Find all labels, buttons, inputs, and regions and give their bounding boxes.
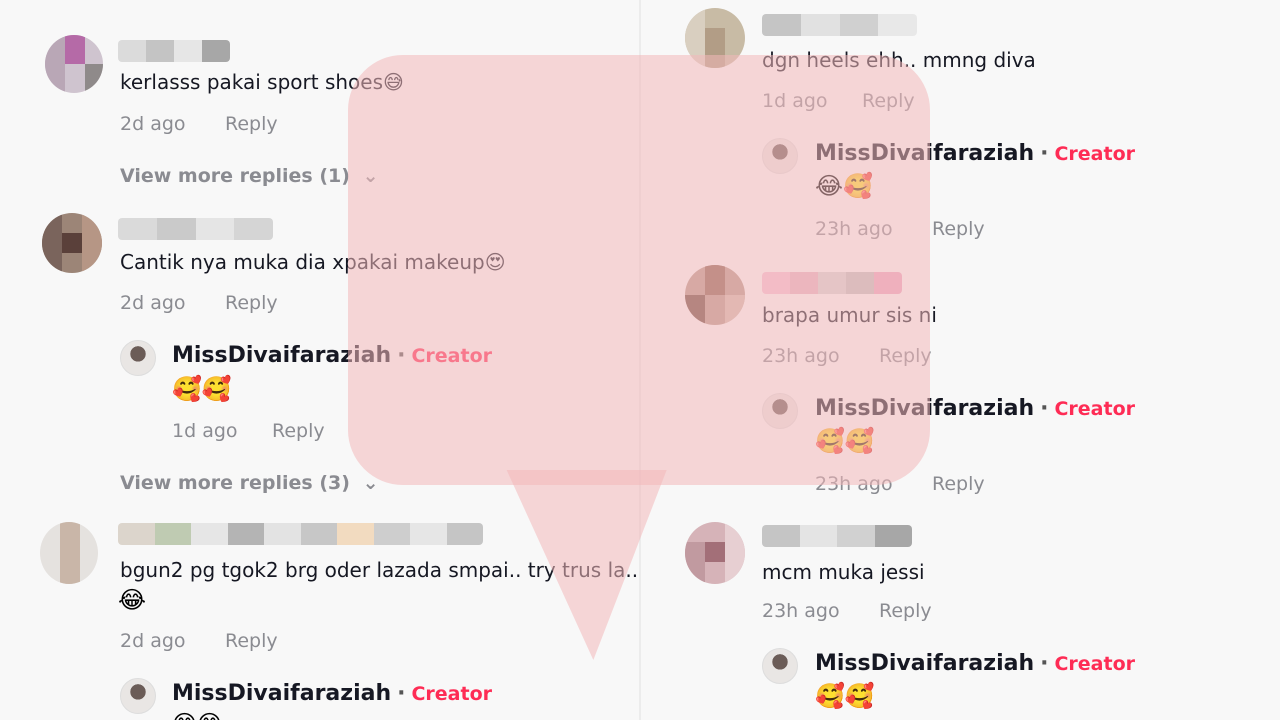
- creator-reply-text: 😂🥰: [815, 172, 873, 200]
- creator-avatar[interactable]: [120, 678, 156, 714]
- reply-button[interactable]: Reply: [879, 600, 932, 622]
- reply-button[interactable]: Reply: [225, 113, 278, 135]
- creator-name[interactable]: MissDivaifaraziah: [172, 681, 391, 706]
- creator-avatar[interactable]: [762, 648, 798, 684]
- column-divider: [639, 0, 641, 720]
- creator-reply-header: MissDivaifaraziah · Creator: [172, 343, 492, 368]
- user-avatar[interactable]: [685, 265, 745, 325]
- comment-time: 2d ago: [120, 113, 186, 135]
- comment-text: mcm muka jessi: [762, 560, 925, 584]
- blurred-username[interactable]: [762, 14, 917, 36]
- view-more-replies-button[interactable]: View more replies (3) ⌄: [120, 472, 379, 494]
- chevron-down-icon: ⌄: [362, 472, 379, 494]
- creator-reply-text: 🥰🥰: [815, 682, 875, 710]
- reply-button[interactable]: Reply: [932, 473, 985, 495]
- creator-name[interactable]: MissDivaifaraziah: [815, 141, 1034, 166]
- comments-column-right: dgn heels ehh.. mmng diva 1d ago Reply M…: [640, 0, 1280, 720]
- creator-name[interactable]: MissDivaifaraziah: [172, 343, 391, 368]
- comment-text: dgn heels ehh.. mmng diva: [762, 48, 1036, 72]
- creator-reply-text: 😊😊: [172, 710, 222, 720]
- creator-reply-header: MissDivaifaraziah · Creator: [815, 141, 1135, 166]
- blurred-username[interactable]: [762, 272, 902, 294]
- creator-badge: Creator: [411, 683, 493, 705]
- comment-time: 1d ago: [762, 90, 828, 112]
- blurred-username[interactable]: [118, 523, 483, 545]
- blurred-username[interactable]: [118, 40, 230, 62]
- comment-text: brapa umur sis ni: [762, 303, 937, 327]
- reply-button[interactable]: Reply: [932, 218, 985, 240]
- separator-dot: ·: [1040, 396, 1049, 421]
- creator-badge: Creator: [1054, 143, 1136, 165]
- reply-button[interactable]: Reply: [879, 345, 932, 367]
- blurred-username[interactable]: [762, 525, 912, 547]
- creator-name[interactable]: MissDivaifaraziah: [815, 396, 1034, 421]
- reply-button[interactable]: Reply: [225, 630, 278, 652]
- view-more-label: View more replies (1): [120, 165, 350, 187]
- comment-text: bgun2 pg tgok2 brg oder lazada smpai.. t…: [120, 558, 640, 582]
- creator-reply-header: MissDivaifaraziah · Creator: [815, 396, 1135, 421]
- view-more-replies-button[interactable]: View more replies (1) ⌄: [120, 165, 379, 187]
- comment-text: kerlasss pakai sport shoes😅: [120, 70, 404, 94]
- creator-badge: Creator: [1054, 398, 1136, 420]
- creator-reply-header: MissDivaifaraziah · Creator: [172, 681, 492, 706]
- separator-dot: ·: [397, 681, 406, 706]
- comment-time: 23h ago: [762, 600, 840, 622]
- user-avatar[interactable]: [45, 35, 103, 93]
- comment-time: 23h ago: [762, 345, 840, 367]
- user-avatar[interactable]: [40, 522, 98, 584]
- comment-time: 2d ago: [120, 630, 186, 652]
- reply-button[interactable]: Reply: [272, 420, 325, 442]
- separator-dot: ·: [397, 343, 406, 368]
- chevron-down-icon: ⌄: [362, 165, 379, 187]
- user-avatar[interactable]: [42, 213, 102, 273]
- view-more-label: View more replies (3): [120, 472, 350, 494]
- comment-text: Cantik nya muka dia xpakai makeup😍: [120, 250, 506, 274]
- creator-reply-text: 🥰🥰: [172, 375, 232, 403]
- comment-time: 23h ago: [815, 218, 893, 240]
- blurred-username[interactable]: [118, 218, 273, 240]
- creator-avatar[interactable]: [762, 393, 798, 429]
- reply-button[interactable]: Reply: [862, 90, 915, 112]
- comment-text-emoji: 😂: [118, 586, 147, 614]
- creator-avatar[interactable]: [762, 138, 798, 174]
- creator-reply-text: 🥰🥰: [815, 427, 875, 455]
- creator-name[interactable]: MissDivaifaraziah: [815, 651, 1034, 676]
- comments-column-left: kerlasss pakai sport shoes😅 2d ago Reply…: [0, 0, 640, 720]
- creator-avatar[interactable]: [120, 340, 156, 376]
- comment-time: 2d ago: [120, 292, 186, 314]
- separator-dot: ·: [1040, 651, 1049, 676]
- separator-dot: ·: [1040, 141, 1049, 166]
- reply-button[interactable]: Reply: [225, 292, 278, 314]
- user-avatar[interactable]: [685, 522, 745, 584]
- comment-time: 23h ago: [815, 473, 893, 495]
- creator-badge: Creator: [411, 345, 493, 367]
- creator-badge: Creator: [1054, 653, 1136, 675]
- creator-reply-header: MissDivaifaraziah · Creator: [815, 651, 1135, 676]
- user-avatar[interactable]: [685, 8, 745, 68]
- comment-time: 1d ago: [172, 420, 238, 442]
